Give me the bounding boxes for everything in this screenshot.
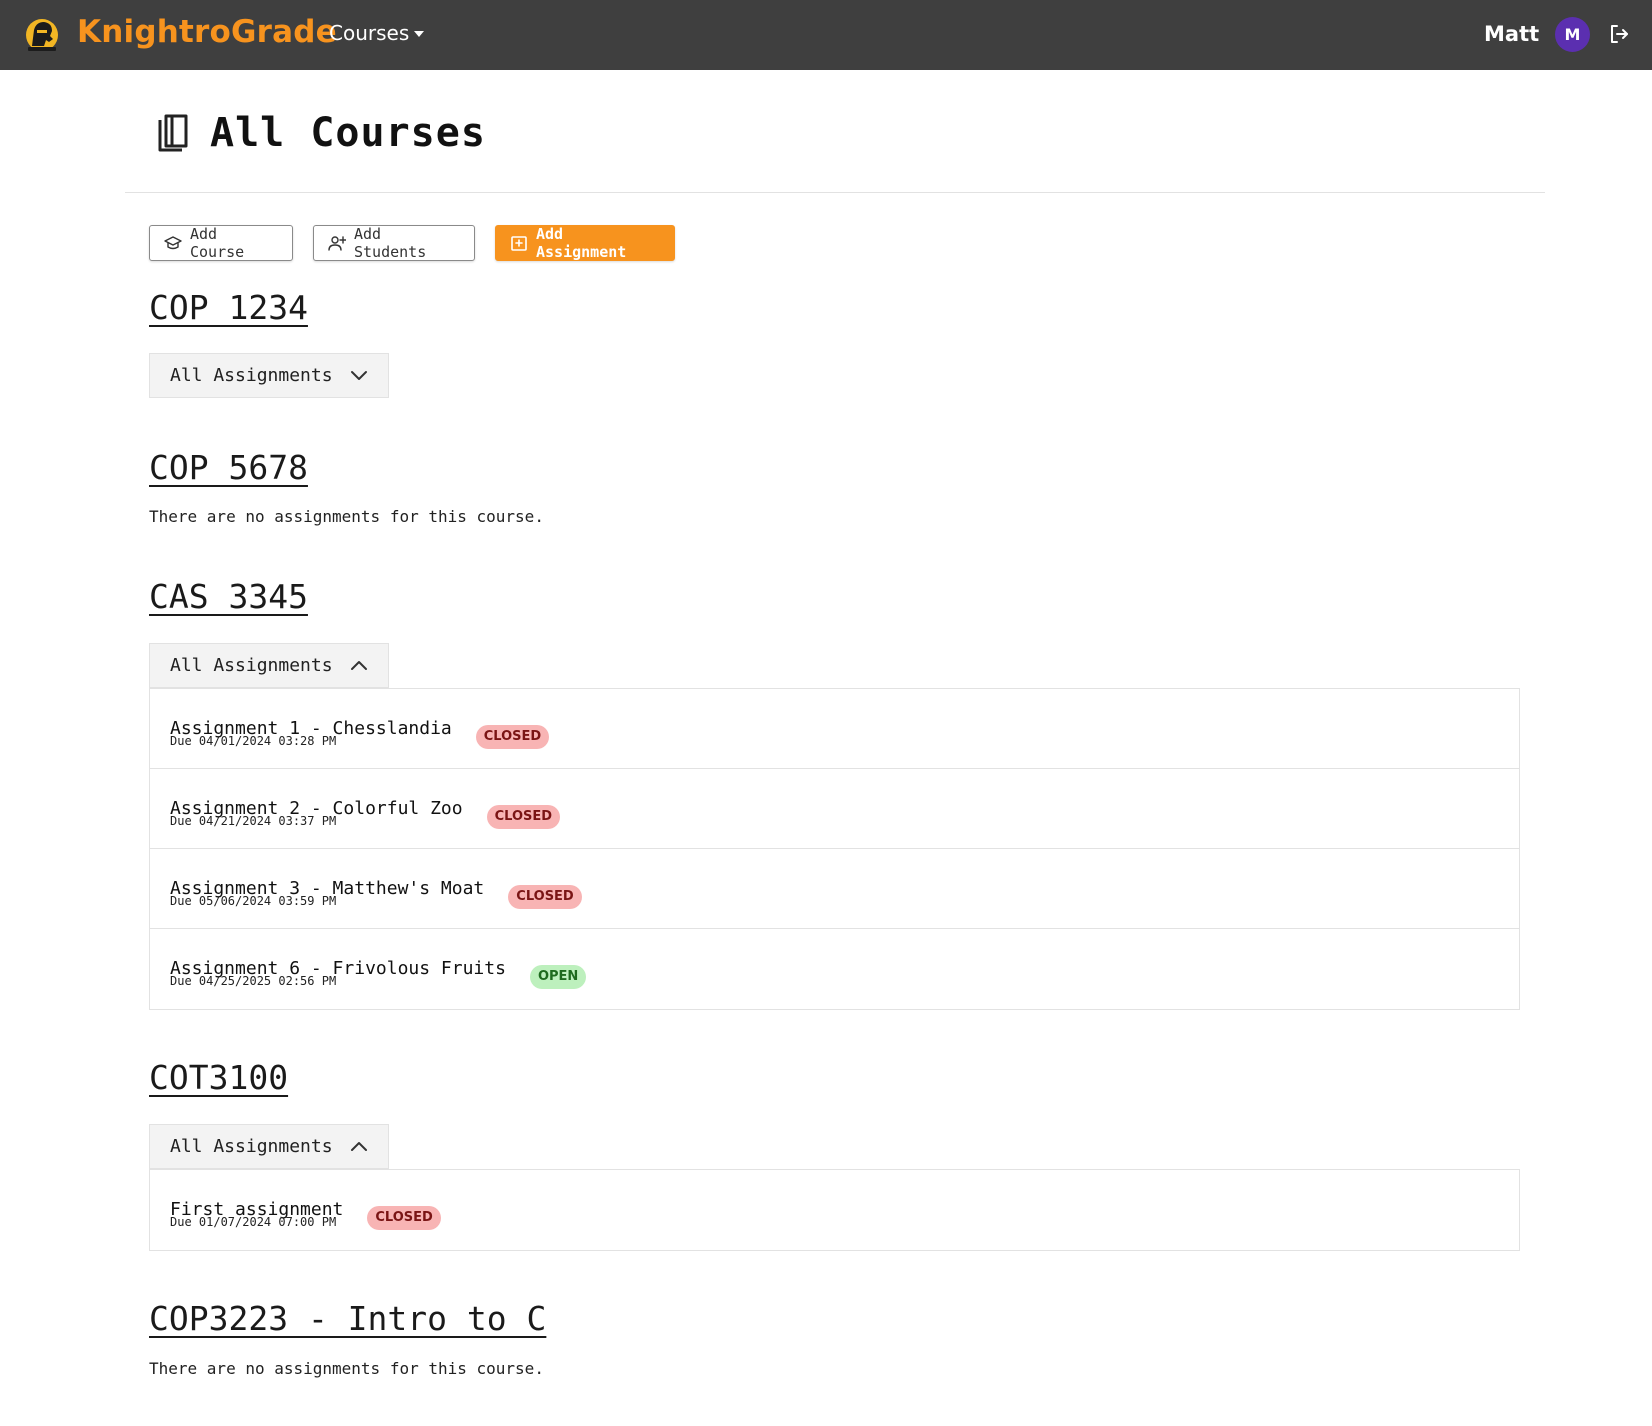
chevron-up-icon <box>351 661 367 670</box>
course-title[interactable]: COP3223 - Intro to C <box>149 1299 546 1338</box>
page-header: All Courses <box>156 108 486 158</box>
empty-assignments-message: There are no assignments for this course… <box>149 507 544 526</box>
brand-name[interactable]: KnightroGrade <box>77 14 337 50</box>
status-badge: CLOSED <box>367 1206 441 1230</box>
assignments-accordion-toggle[interactable]: All Assignments <box>149 643 389 688</box>
course-title[interactable]: COP 5678 <box>149 448 308 487</box>
chevron-down-icon <box>351 371 367 380</box>
knight-logo-icon[interactable] <box>22 16 62 54</box>
course-title[interactable]: COT3100 <box>149 1058 288 1097</box>
page-title: All Courses <box>210 110 486 156</box>
assignment-item[interactable]: Assignment 6 - Frivolous Fruits OPEN Due… <box>150 929 1519 1009</box>
status-badge: OPEN <box>529 965 587 989</box>
book-icon <box>158 114 188 152</box>
header-divider <box>125 192 1545 193</box>
status-badge: CLOSED <box>475 725 550 749</box>
status-badge: CLOSED <box>508 885 582 909</box>
assignment-item[interactable]: Assignment 2 - Colorful Zoo CLOSED Due 0… <box>150 769 1519 849</box>
assignments-accordion-toggle[interactable]: All Assignments <box>149 353 389 398</box>
accordion-label: All Assignments <box>170 365 333 386</box>
assignment-due-date: Due 01/07/2024 07:00 PM <box>170 1215 337 1229</box>
add-document-icon <box>511 236 527 251</box>
assignment-due-date: Due 04/01/2024 03:28 PM <box>170 734 337 748</box>
assignments-accordion-toggle[interactable]: All Assignments <box>149 1124 389 1169</box>
avatar[interactable]: M <box>1555 17 1590 52</box>
add-course-button[interactable]: Add Course <box>149 225 293 261</box>
empty-assignments-message: There are no assignments for this course… <box>149 1359 544 1378</box>
logout-icon[interactable] <box>1608 23 1630 45</box>
accordion-label: All Assignments <box>170 1136 333 1157</box>
courses-dropdown-label: Courses <box>329 21 410 45</box>
add-assignment-label: Add Assignment <box>536 225 627 261</box>
user-name: Matt <box>1484 22 1540 46</box>
course-title[interactable]: COP 1234 <box>149 288 308 327</box>
add-assignment-button[interactable]: Add Assignment <box>495 225 675 261</box>
assignment-item[interactable]: First assignment CLOSED Due 01/07/2024 0… <box>150 1170 1519 1250</box>
caret-down-icon <box>414 31 425 37</box>
add-students-button[interactable]: Add Students <box>313 225 475 261</box>
top-navbar: KnightroGrade Courses Matt M <box>0 0 1652 70</box>
status-badge: CLOSED <box>486 805 561 829</box>
assignment-list: First assignment CLOSED Due 01/07/2024 0… <box>149 1169 1520 1251</box>
assignment-due-date: Due 05/06/2024 03:59 PM <box>170 894 337 908</box>
courses-dropdown[interactable]: Courses <box>329 21 425 45</box>
chevron-up-icon <box>351 1142 367 1151</box>
course-title[interactable]: CAS 3345 <box>149 577 308 616</box>
assignment-list: Assignment 1 - Chesslandia CLOSED Due 04… <box>149 688 1520 1010</box>
add-course-label: Add Course <box>190 225 245 261</box>
graduation-cap-icon <box>164 236 182 250</box>
assignment-item[interactable]: Assignment 1 - Chesslandia CLOSED Due 04… <box>150 689 1519 769</box>
assignment-item[interactable]: Assignment 3 - Matthew's Moat CLOSED Due… <box>150 849 1519 929</box>
assignment-due-date: Due 04/25/2025 02:56 PM <box>170 974 337 988</box>
accordion-label: All Assignments <box>170 655 333 676</box>
assignment-due-date: Due 04/21/2024 03:37 PM <box>170 814 337 828</box>
user-plus-icon <box>328 236 346 251</box>
add-students-label: Add Students <box>354 225 427 261</box>
